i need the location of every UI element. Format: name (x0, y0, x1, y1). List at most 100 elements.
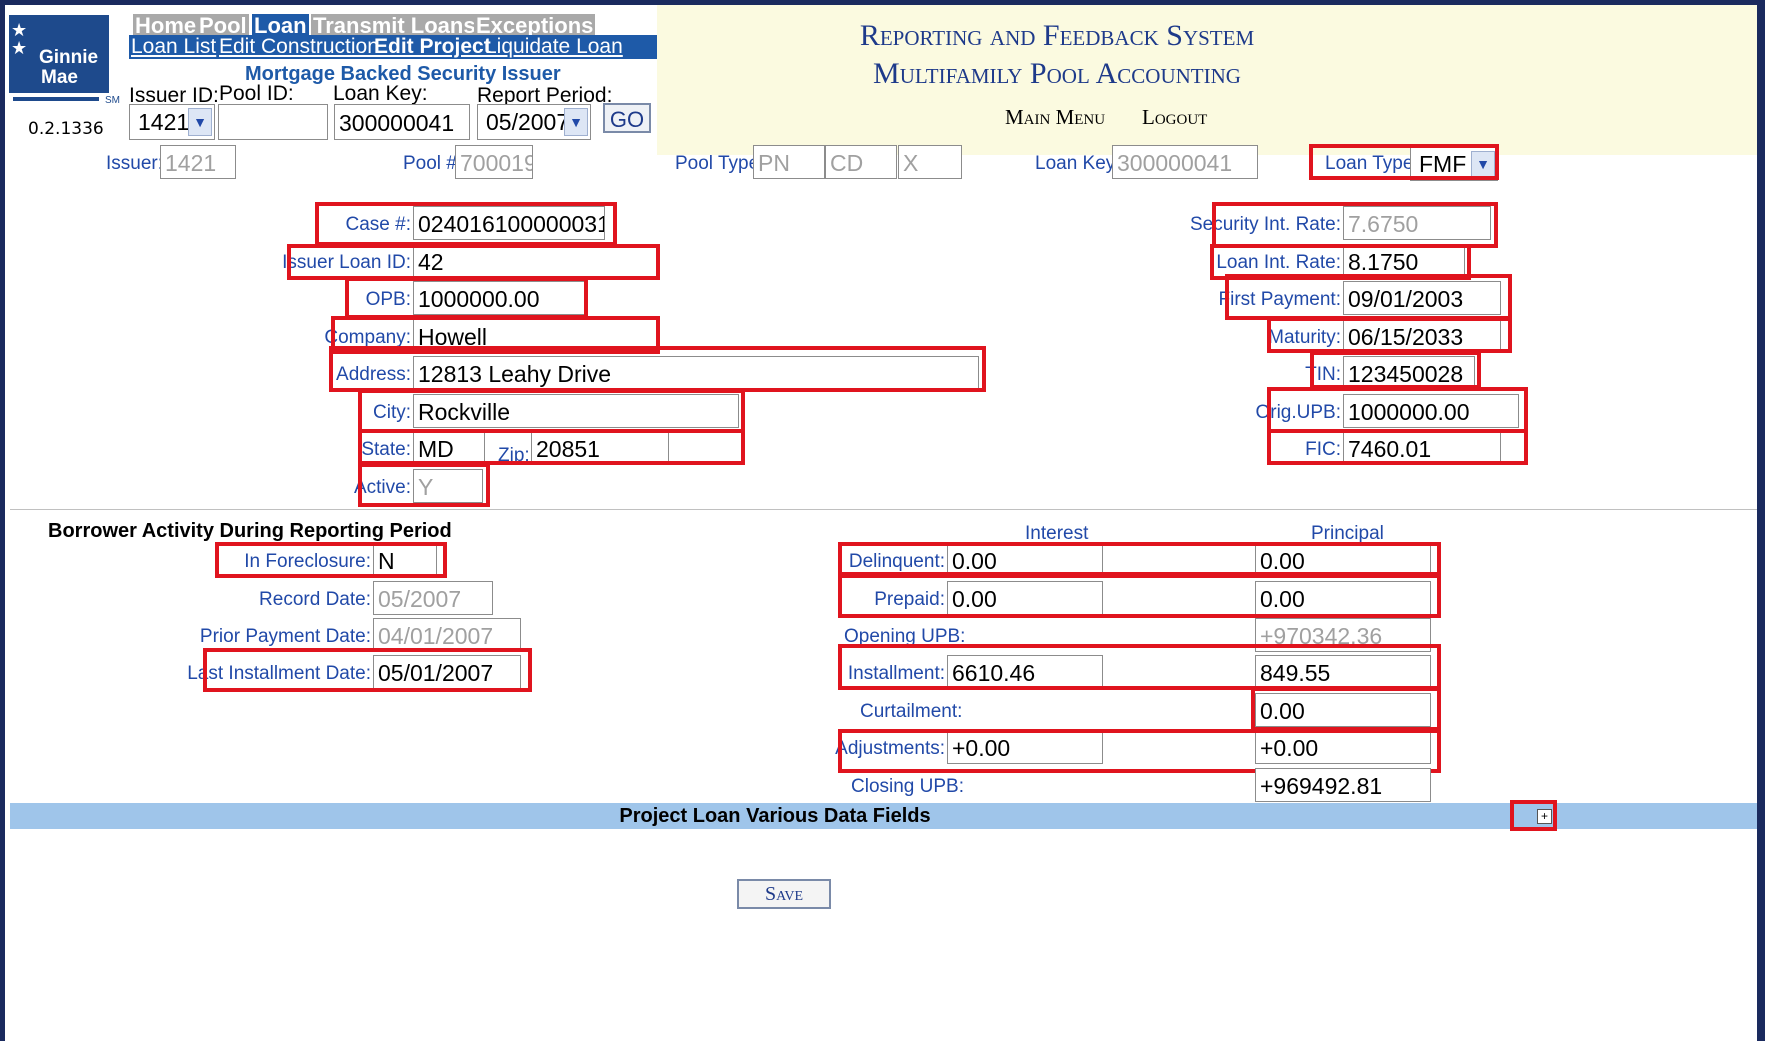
installment-label: Installment: (847, 663, 945, 684)
section-divider (10, 509, 1757, 510)
case-number-field[interactable]: 024016100000031 (413, 206, 605, 240)
prepaid-label: Prepaid: (874, 589, 945, 610)
loan-key-input[interactable]: 300000041 (334, 104, 470, 140)
window-frame: ★ ★ Ginnie Mae SM 0.2.1336 Home Pool Loan… (0, 0, 1765, 1041)
loan-key-label: Loan Key: (333, 82, 428, 105)
adjustments-label: Adjustments: (835, 738, 945, 759)
borrower-activity-heading: Borrower Activity During Reporting Perio… (48, 520, 452, 542)
loan-key-summary-label: Loan Key: (1035, 153, 1121, 174)
opb-label: OPB: (365, 289, 411, 310)
issuer-loan-id-label: Issuer Loan ID: (282, 252, 411, 273)
adjustments-principal-field[interactable]: +0.00 (1255, 730, 1431, 764)
installment-interest-field[interactable]: 6610.46 (947, 655, 1103, 689)
subnav-liquidate-loan[interactable]: Liquidate Loan (485, 35, 623, 59)
pool-type-field-2: CD (825, 145, 897, 179)
case-number-label: Case #: (345, 214, 411, 235)
plus-box-icon[interactable]: + (1537, 809, 1552, 824)
opb-field[interactable]: 1000000.00 (413, 281, 585, 315)
record-date-label: Record Date: (259, 589, 371, 610)
chevron-down-icon[interactable]: ▼ (1471, 151, 1495, 177)
report-period-select[interactable]: 05/2007 ▼ (477, 104, 591, 140)
curtailment-label: Curtailment: (860, 701, 963, 722)
pool-type-field-1: PN (753, 145, 825, 179)
first-payment-field[interactable]: 09/01/2003 (1343, 281, 1501, 315)
in-foreclosure-field[interactable]: N (373, 543, 437, 577)
address-field[interactable]: 12813 Leahy Drive (413, 356, 979, 390)
page-content: ★ ★ Ginnie Mae SM 0.2.1336 Home Pool Loan… (5, 5, 1757, 1041)
loan-type-label: Loan Type: (1325, 153, 1419, 174)
curtailment-principal-field[interactable]: 0.00 (1255, 693, 1431, 727)
version-label: 0.2.1336 (28, 119, 104, 139)
loan-key-summary-field: 300000041 (1112, 145, 1258, 179)
closing-upb-principal-field: +969492.81 (1255, 768, 1431, 802)
fic-field[interactable]: 7460.01 (1343, 431, 1501, 465)
opening-upb-principal-field: +970342.36 (1255, 618, 1431, 652)
opening-upb-label: Opening UPB: (844, 626, 966, 647)
tin-label: TIN: (1305, 364, 1341, 385)
prior-payment-date-label: Prior Payment Date: (199, 626, 371, 647)
prepaid-interest-field[interactable]: 0.00 (947, 581, 1103, 615)
subnav-loan-list[interactable]: Loan List (131, 35, 216, 59)
chevron-down-icon[interactable]: ▼ (564, 108, 588, 136)
closing-upb-label: Closing UPB: (851, 776, 964, 797)
last-installment-date-field[interactable]: 05/01/2007 (373, 655, 521, 689)
issuer-summary-field: 1421 (160, 145, 236, 179)
loan-type-select[interactable]: FMF ▼ (1410, 147, 1498, 181)
pool-number-label: Pool #: (403, 153, 463, 174)
header-title-2: Multifamily Pool Accounting (873, 57, 1241, 90)
zip-label: Zip: (498, 445, 530, 466)
logo-text-2: Mae (41, 67, 78, 88)
loan-int-rate-label: Loan Int. Rate: (1216, 252, 1341, 273)
loan-int-rate-field[interactable]: 8.1750 (1343, 244, 1465, 278)
header-title-1: Reporting and Feedback System (859, 19, 1255, 52)
orig-upb-field[interactable]: 1000000.00 (1343, 394, 1519, 428)
orig-upb-label: Orig.UPB: (1255, 402, 1341, 423)
save-button[interactable]: Save (737, 879, 831, 909)
logo-text-1: Ginnie (39, 47, 99, 68)
pool-type-field-3: X (898, 145, 962, 179)
in-foreclosure-label: In Foreclosure: (244, 551, 371, 572)
address-label: Address: (336, 364, 411, 385)
subnav-edit-project[interactable]: Edit Project (374, 35, 491, 59)
section-bar-title: Project Loan Various Data Fields (619, 805, 931, 827)
prepaid-principal-field[interactable]: 0.00 (1255, 581, 1431, 615)
loan-type-select-value: FMF (1419, 151, 1467, 177)
company-field[interactable]: Howell (413, 319, 657, 353)
zip-field[interactable]: 20851 (531, 431, 669, 465)
issuer-loan-id-field[interactable]: 42 (413, 244, 657, 278)
main-menu-link[interactable]: Main Menu (1005, 105, 1105, 130)
fic-label: FIC: (1305, 439, 1341, 460)
delinquent-principal-field[interactable]: 0.00 (1255, 543, 1431, 577)
delinquent-label: Delinquent: (848, 551, 945, 572)
delinquent-interest-field[interactable]: 0.00 (947, 543, 1103, 577)
installment-principal-field[interactable]: 849.55 (1255, 655, 1431, 689)
principal-column-header: Principal (1311, 523, 1384, 544)
issuer-summary-label: Issuer: (106, 153, 164, 174)
prior-payment-date-field: 04/01/2007 (373, 618, 521, 652)
logout-link[interactable]: Logout (1142, 105, 1207, 130)
pool-number-field: 700019 (455, 145, 533, 179)
logo-underline (13, 97, 99, 101)
subnav-bar: Loan List Edit Construction Edit Project… (129, 35, 657, 59)
maturity-field[interactable]: 06/15/2033 (1343, 319, 1501, 353)
subnav-edit-construction[interactable]: Edit Construction (219, 35, 379, 59)
chevron-down-icon[interactable]: ▼ (188, 108, 212, 136)
pool-id-label: Pool ID: (219, 82, 294, 105)
interest-column-header: Interest (1025, 523, 1089, 544)
adjustments-interest-field[interactable]: +0.00 (947, 730, 1103, 764)
project-loan-section-bar[interactable]: Project Loan Various Data Fields + (10, 803, 1757, 829)
tin-field[interactable]: 123450028 (1343, 356, 1475, 390)
city-field[interactable]: Rockville (413, 394, 739, 428)
pool-id-input[interactable] (218, 104, 328, 140)
maturity-label: Maturity: (1268, 327, 1341, 348)
report-period-select-value: 05/2007 (486, 109, 570, 135)
star-icon: ★ ★ (11, 20, 28, 58)
last-installment-date-label: Last Installment Date: (187, 663, 371, 684)
go-button[interactable]: GO (603, 103, 651, 133)
state-field[interactable]: MD (413, 431, 485, 465)
city-label: City: (373, 402, 411, 423)
logo-sm: SM (105, 95, 120, 106)
security-int-rate-label: Security Int. Rate: (1189, 214, 1341, 235)
issuer-id-select[interactable]: 1421 ▼ (129, 104, 215, 140)
state-label: State: (361, 439, 411, 460)
